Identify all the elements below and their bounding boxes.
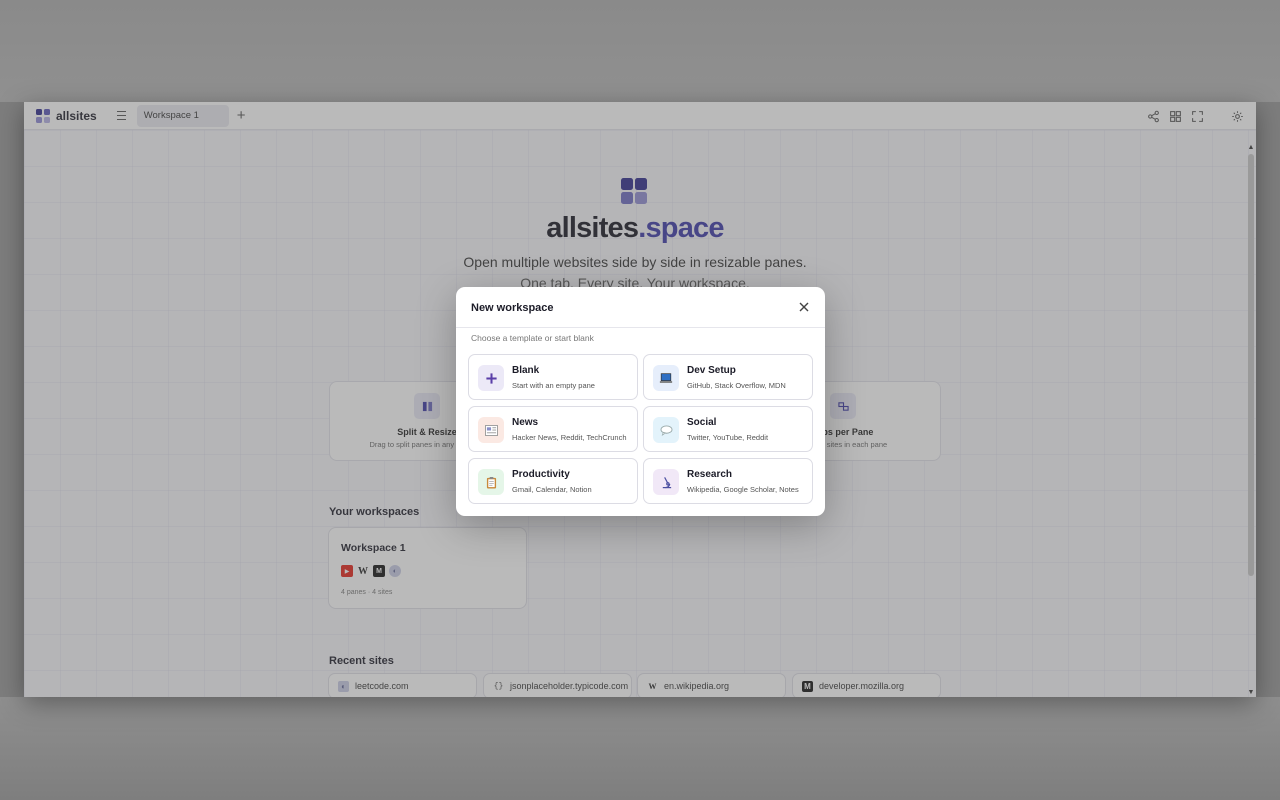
- template-blank[interactable]: Blank Start with an empty pane: [468, 354, 638, 400]
- template-desc: Gmail, Calendar, Notion: [512, 485, 592, 494]
- template-name: Productivity: [512, 469, 570, 480]
- scroll-down-arrow-icon[interactable]: ▼: [1247, 689, 1255, 697]
- speech-bubble-icon: [653, 417, 679, 443]
- template-dev-setup[interactable]: Dev Setup GitHub, Stack Overflow, MDN: [643, 354, 813, 400]
- template-desc: Wikipedia, Google Scholar, Notes: [687, 485, 799, 494]
- backdrop-top: [0, 0, 1280, 102]
- template-name: Research: [687, 469, 733, 480]
- backdrop-bottom: [0, 697, 1280, 800]
- new-workspace-dialog: New workspace Choose a template or start…: [456, 287, 825, 516]
- newspaper-icon: [478, 417, 504, 443]
- template-name: Blank: [512, 365, 540, 376]
- clipboard-icon: [478, 469, 504, 495]
- template-name: Social: [687, 417, 717, 428]
- laptop-icon: [653, 365, 679, 391]
- plus-icon: [478, 365, 504, 391]
- dialog-header: New workspace: [456, 287, 825, 328]
- template-name: News: [512, 417, 539, 428]
- dialog-subtitle: Choose a template or start blank: [471, 333, 594, 343]
- close-icon[interactable]: [797, 300, 811, 314]
- scroll-thumb[interactable]: [1248, 154, 1254, 576]
- template-social[interactable]: Social Twitter, YouTube, Reddit: [643, 406, 813, 452]
- template-desc: Hacker News, Reddit, TechCrunch: [512, 433, 627, 442]
- scroll-up-arrow-icon[interactable]: ▲: [1247, 144, 1255, 152]
- template-desc: Twitter, YouTube, Reddit: [687, 433, 769, 442]
- microscope-icon: [653, 469, 679, 495]
- template-name: Dev Setup: [687, 365, 736, 376]
- template-news[interactable]: News Hacker News, Reddit, TechCrunch: [468, 406, 638, 452]
- template-desc: GitHub, Stack Overflow, MDN: [687, 381, 786, 390]
- scrollbar[interactable]: ▲ ▼: [1247, 130, 1255, 697]
- template-research[interactable]: Research Wikipedia, Google Scholar, Note…: [643, 458, 813, 504]
- dialog-title: New workspace: [471, 302, 554, 314]
- template-productivity[interactable]: Productivity Gmail, Calendar, Notion: [468, 458, 638, 504]
- template-desc: Start with an empty pane: [512, 381, 595, 390]
